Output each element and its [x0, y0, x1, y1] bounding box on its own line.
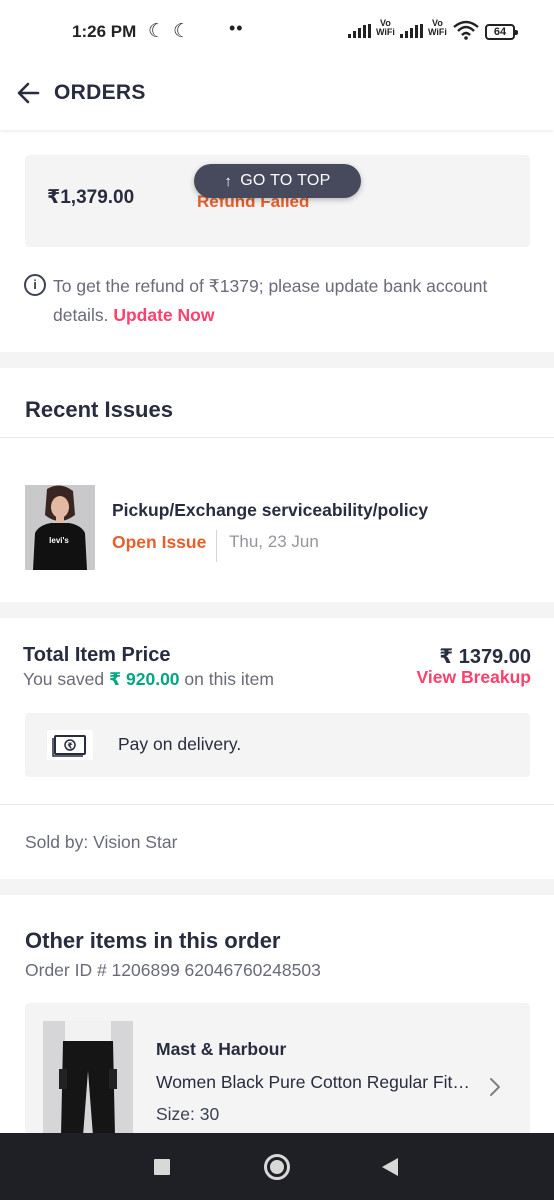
recent-issues-title: Recent Issues — [25, 397, 173, 422]
saved-amount: ₹ 920.00 — [108, 669, 180, 689]
home-circle-icon[interactable] — [264, 1154, 290, 1180]
arrow-up-icon: ↑ — [224, 172, 233, 190]
section-divider — [0, 602, 554, 618]
signal-icon — [400, 24, 423, 38]
issue-date: Thu, 23 Jun — [229, 532, 319, 551]
update-now-link[interactable]: Update Now — [113, 305, 214, 325]
back-triangle-icon[interactable] — [382, 1158, 398, 1176]
vowifi-label: Vo WiFi — [376, 18, 395, 37]
refund-info-text: To get the refund of ₹1379; please updat… — [53, 272, 523, 330]
svg-text:₹: ₹ — [67, 742, 73, 751]
divider — [0, 437, 554, 438]
wifi-icon — [453, 20, 479, 40]
system-nav-bar — [0, 1133, 554, 1200]
issue-status: Open Issue — [112, 532, 207, 552]
arrow-left-icon[interactable] — [14, 78, 44, 108]
more-dots-icon: •• — [229, 18, 244, 38]
seller-info: Sold by: Vision Star — [25, 832, 178, 852]
status-bar: 1:26 PM ☾ ☾ •• Vo WiFi Vo WiFi 64 — [0, 0, 554, 62]
divider — [216, 530, 217, 562]
total-price: ₹ 1379.00 — [439, 646, 531, 668]
saved-suffix: on this item — [184, 669, 274, 689]
other-items-title: Other items in this order — [25, 928, 281, 953]
app-header: ORDERS — [0, 62, 554, 130]
payment-method-card: ₹ Pay on delivery. — [25, 713, 530, 777]
battery-icon: 64 — [485, 24, 518, 40]
view-breakup-link[interactable]: View Breakup — [417, 667, 531, 688]
cash-icon: ₹ — [47, 730, 93, 760]
order-item-card[interactable]: Mast & Harbour Women Black Pure Cotton R… — [25, 1003, 530, 1143]
go-to-top-label: GO TO TOP — [240, 172, 331, 189]
issue-title: Pickup/Exchange serviceability/policy — [112, 500, 429, 520]
section-divider — [0, 879, 554, 895]
recents-square-icon[interactable] — [154, 1159, 170, 1175]
section-divider — [0, 352, 554, 368]
refund-amount: ₹1,379.00 — [47, 187, 135, 208]
issue-product-image: levi's — [25, 485, 95, 570]
thumb-logo-text: levi's — [49, 536, 69, 545]
item-name: Women Black Pure Cotton Regular Fit Carg… — [156, 1072, 471, 1092]
page-title: ORDERS — [54, 81, 146, 104]
saved-prefix: You saved — [23, 669, 105, 689]
total-item-price-label: Total Item Price — [23, 644, 171, 666]
savings-line: You saved ₹ 920.00 on this item — [23, 669, 274, 690]
status-time: 1:26 PM — [72, 22, 137, 41]
divider — [0, 804, 554, 805]
item-brand: Mast & Harbour — [156, 1039, 287, 1059]
signal-icon — [348, 24, 371, 38]
chevron-right-icon — [490, 1078, 500, 1096]
item-product-image — [43, 1021, 133, 1136]
vowifi-label: Vo WiFi — [428, 18, 447, 37]
moon-icon: ☾ — [148, 21, 166, 42]
payment-method-text: Pay on delivery. — [118, 734, 242, 754]
moon-icon: ☾ — [173, 21, 191, 42]
info-icon: i — [24, 274, 46, 296]
order-id: Order ID # 1206899 62046760248503 — [25, 960, 321, 980]
item-size: Size: 30 — [156, 1104, 220, 1124]
go-to-top-button[interactable]: ↑ GO TO TOP — [194, 164, 361, 198]
